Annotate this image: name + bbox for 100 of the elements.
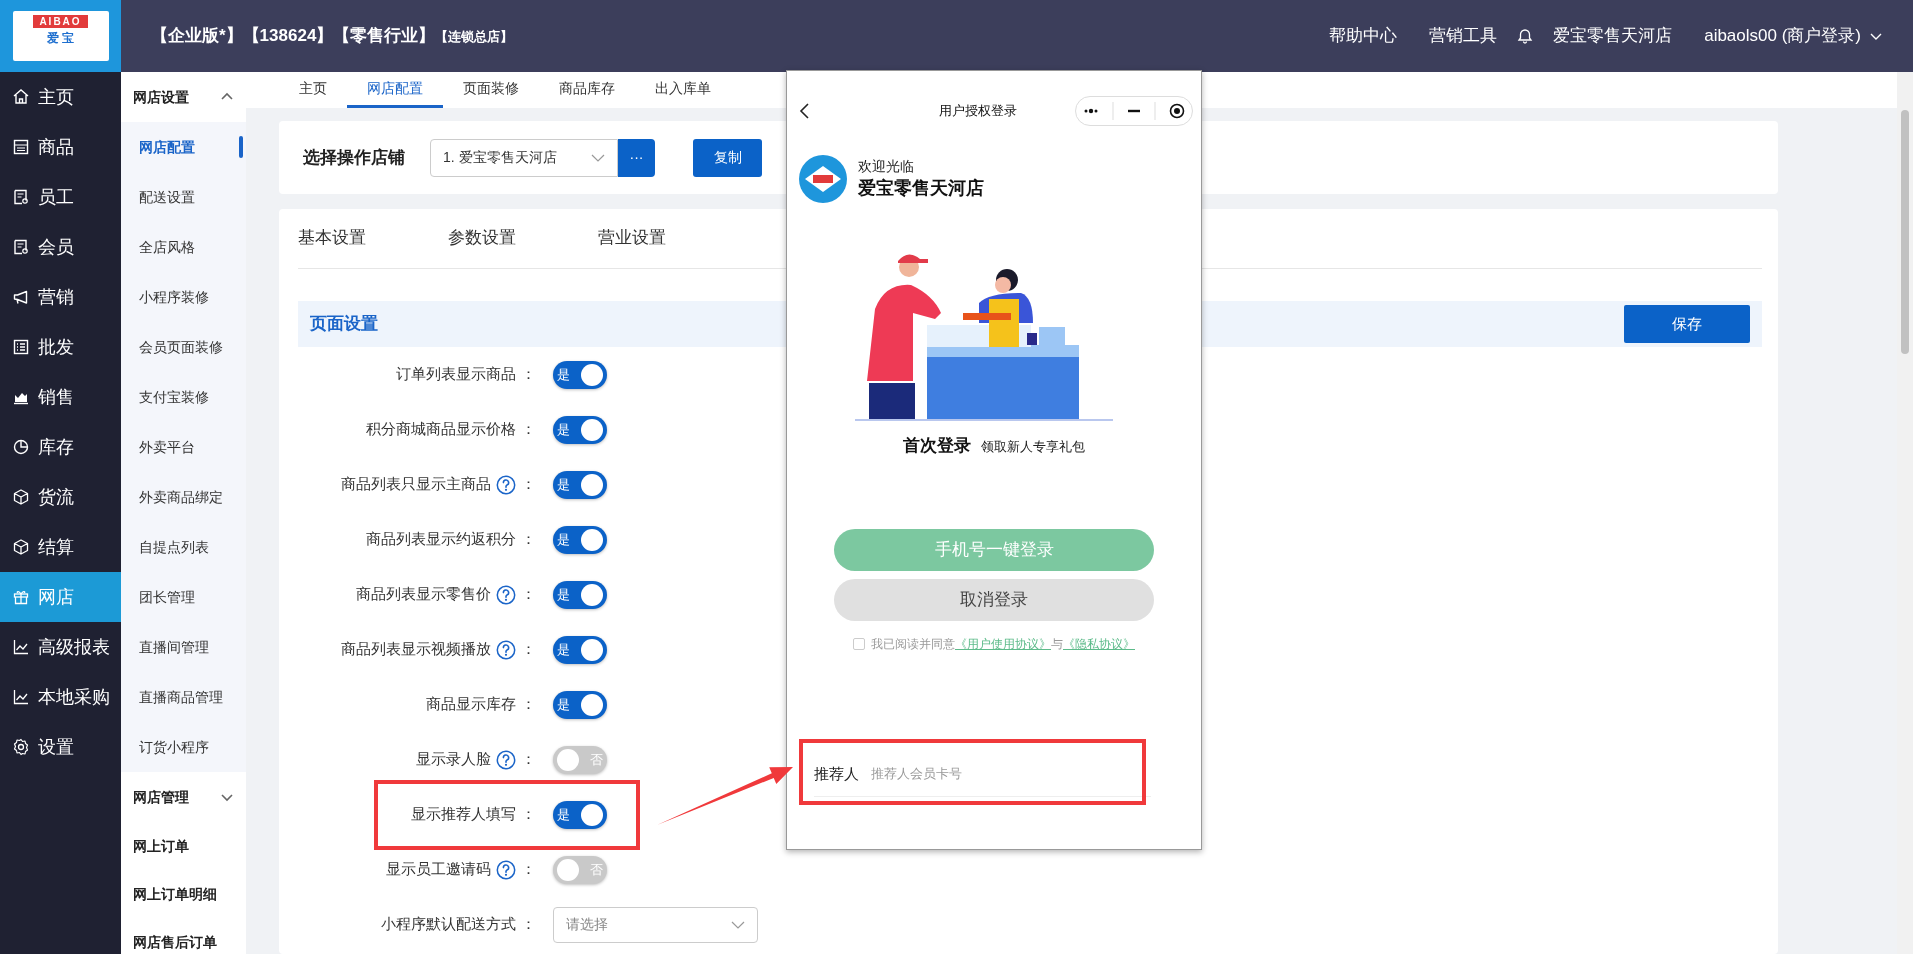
logo-text: AIBAO [33, 15, 88, 28]
bell-icon[interactable] [1517, 28, 1534, 44]
back-icon[interactable] [799, 102, 810, 120]
agreement-checkbox[interactable] [853, 637, 865, 650]
close-icon[interactable] [1169, 103, 1186, 119]
register-icon [12, 138, 30, 156]
toggle-switch[interactable]: 是 [553, 415, 607, 444]
label-colon: ： [521, 639, 536, 660]
sidebar-item[interactable]: 结算 [0, 522, 121, 572]
field-label: 显示录人脸 [416, 749, 491, 770]
sidebar-item[interactable]: 员工 [0, 172, 121, 222]
sidebar-item[interactable]: 销售 [0, 372, 121, 422]
header-link[interactable]: 帮助中心 [1329, 23, 1398, 49]
cancel-login-button[interactable]: 取消登录 [834, 578, 1154, 621]
submenu-item[interactable]: 自提点列表 [121, 522, 246, 572]
header-link[interactable]: 营销工具 [1429, 23, 1498, 49]
tab[interactable]: 基本设置 [298, 224, 366, 250]
submenu-item[interactable]: 外卖平台 [121, 422, 246, 472]
label-colon: ： [521, 914, 536, 935]
label-colon: ： [521, 419, 536, 440]
field-label: 商品显示库存 [426, 694, 516, 715]
submenu-item[interactable]: 全店风格 [121, 222, 246, 272]
tab[interactable]: 出入库单 [635, 72, 731, 108]
toggle-switch[interactable]: 是 [553, 525, 607, 554]
promo-text: 领取新人专享礼包 [981, 438, 1085, 456]
submenu-item[interactable]: 外卖商品绑定 [121, 472, 246, 522]
tab[interactable]: 营业设置 [598, 224, 666, 250]
more-button[interactable]: ··· [618, 138, 655, 177]
chevron-down-icon[interactable] [220, 791, 234, 803]
submenu-item[interactable]: 订货小程序 [121, 722, 246, 772]
toggle-switch[interactable]: 是 [553, 360, 607, 389]
sidebar-item[interactable]: 商品 [0, 122, 121, 172]
submenu-item[interactable]: 直播间管理 [121, 622, 246, 672]
logo-text: 爱 宝 [46, 30, 75, 46]
toggle-switch[interactable]: 是 [553, 800, 607, 829]
store-select[interactable]: 1. 爱宝零售天河店 [430, 138, 618, 177]
gear-icon [12, 738, 30, 756]
field-label: 商品列表显示零售价 [356, 584, 491, 605]
field-label: 积分商城商品显示价格 [366, 419, 516, 440]
help-icon[interactable] [496, 584, 516, 605]
tab[interactable]: 页面装修 [443, 72, 539, 108]
tab[interactable]: 参数设置 [448, 224, 516, 250]
submenu-group[interactable]: 网店管理 [133, 786, 189, 808]
toggle-switch[interactable]: 是 [553, 635, 607, 664]
label-colon: ： [521, 529, 536, 550]
select-field[interactable]: 请选择 [553, 906, 758, 943]
submenu-item[interactable]: 小程序装修 [121, 272, 246, 322]
submenu-item[interactable]: 直播商品管理 [121, 672, 246, 722]
label-colon: ： [521, 694, 536, 715]
list-icon [12, 338, 30, 356]
help-icon[interactable] [496, 639, 516, 660]
sidebar-item[interactable]: 主页 [0, 72, 121, 122]
tab[interactable]: 商品库存 [539, 72, 635, 108]
section-title: 页面设置 [310, 313, 378, 336]
label-colon: ： [521, 804, 536, 825]
help-icon[interactable] [496, 749, 516, 770]
sidebar-item[interactable]: 货流 [0, 472, 121, 522]
submenu-item[interactable]: 会员页面装修 [121, 322, 246, 372]
tab[interactable]: 主页 [279, 72, 347, 108]
field-label: 选择操作店铺 [303, 146, 405, 169]
pie-chart-icon [12, 438, 30, 456]
cube-icon [12, 488, 30, 506]
sidebar-item[interactable]: 批发 [0, 322, 121, 372]
submenu-link[interactable]: 网上订单明细 [121, 870, 246, 918]
submenu-item[interactable]: 团长管理 [121, 572, 246, 622]
line-chart-icon [12, 638, 30, 656]
home-icon [12, 88, 30, 106]
sidebar-item[interactable]: 设置 [0, 722, 121, 772]
submenu-item[interactable]: 配送设置 [121, 172, 246, 222]
submenu-group[interactable]: 网店设置 [133, 86, 189, 108]
help-icon[interactable] [496, 859, 516, 880]
badge-icon [12, 238, 30, 256]
badge-icon [12, 188, 30, 206]
tab[interactable]: 网店配置 [347, 72, 443, 108]
toggle-switch[interactable]: 是 [553, 580, 607, 609]
sidebar-item[interactable]: 高级报表 [0, 622, 121, 672]
sidebar-item[interactable]: 会员 [0, 222, 121, 272]
field-label: 商品列表显示约返积分 [366, 529, 516, 550]
scrollbar[interactable] [1897, 72, 1913, 954]
help-icon[interactable] [496, 474, 516, 495]
save-button[interactable]: 保存 [1624, 305, 1750, 343]
sidebar-item[interactable]: 本地采购 [0, 672, 121, 722]
sidebar-item[interactable]: 营销 [0, 272, 121, 322]
more-icon[interactable] [1082, 106, 1099, 116]
welcome-text: 欢迎光临 [858, 157, 915, 175]
gift-icon [12, 588, 30, 606]
label-colon: ： [521, 749, 536, 770]
scrollbar-thumb[interactable] [1901, 110, 1909, 354]
submenu-item[interactable]: 网店配置 [121, 122, 246, 172]
header-title: 【连锁总店】 [435, 29, 514, 45]
submenu-link[interactable]: 网上订单 [121, 822, 246, 870]
sidebar-item[interactable]: 库存 [0, 422, 121, 472]
account-menu[interactable]: aibaols00 (商户登录) [1704, 23, 1861, 49]
toggle-switch[interactable]: 是 [553, 470, 607, 499]
store-name[interactable]: 爱宝零售天河店 [1553, 23, 1673, 49]
submenu-item[interactable]: 支付宝装修 [121, 372, 246, 422]
toggle-switch[interactable]: 是 [553, 690, 607, 719]
field-label: 订单列表显示商品 [396, 364, 516, 385]
copy-button[interactable]: 复制 [693, 138, 762, 177]
submenu-link[interactable]: 网店售后订单 [121, 918, 246, 954]
